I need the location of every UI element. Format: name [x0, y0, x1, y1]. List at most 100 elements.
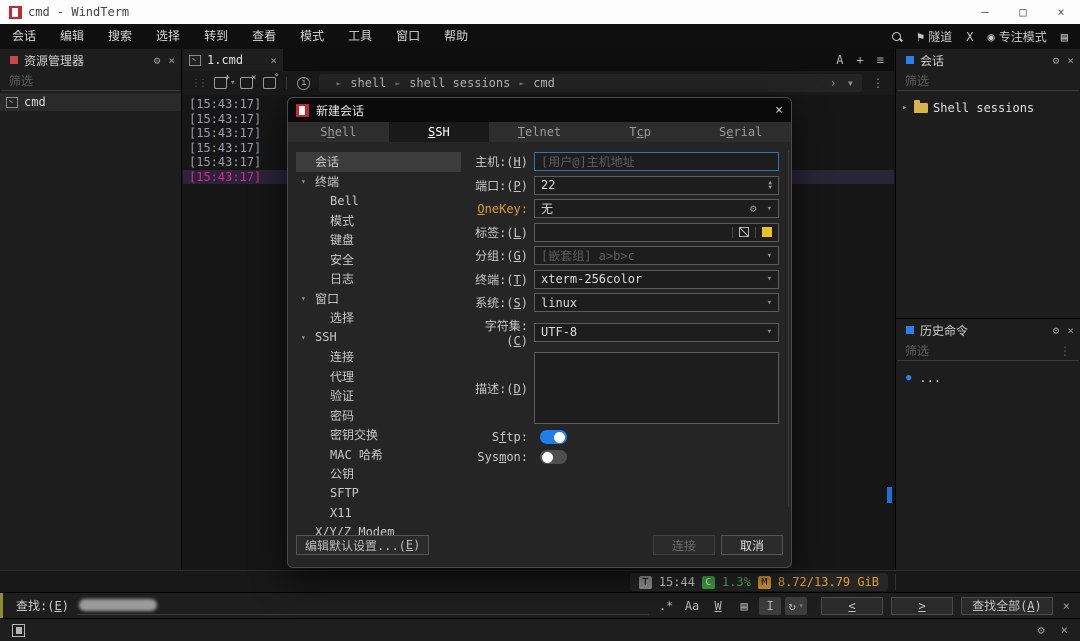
x-mode-button[interactable]: X	[966, 30, 973, 44]
info-icon[interactable]: i	[297, 77, 310, 90]
layout-icon[interactable]: ▤	[1061, 30, 1068, 44]
menu-edit[interactable]: 编辑	[48, 24, 96, 49]
description-textarea[interactable]	[534, 352, 779, 424]
tree-item-keyboard[interactable]: 键盘	[296, 230, 461, 250]
sessions-filter[interactable]: 筛选	[897, 71, 1079, 91]
close-session-icon[interactable]: ×	[240, 77, 253, 89]
terminal-type-select[interactable]: xterm-256color ▾	[534, 270, 779, 289]
more-icon[interactable]: ⋮	[1059, 344, 1071, 358]
tab-ssh[interactable]: SSH	[389, 122, 490, 142]
tree-item-kex[interactable]: 密钥交换	[296, 425, 461, 445]
maximize-button[interactable]: □	[1004, 0, 1042, 24]
menu-session[interactable]: 会话	[0, 24, 48, 49]
onekey-select[interactable]: 无 ⚙ ▾	[534, 199, 779, 218]
chevron-down-icon[interactable]: ▾	[301, 333, 315, 342]
close-icon[interactable]: ×	[168, 54, 175, 67]
new-session-dropdown-icon[interactable]: ▾	[230, 78, 235, 88]
gear-icon[interactable]: ⚙	[750, 202, 757, 215]
tree-item-log[interactable]: 日志	[296, 269, 461, 289]
tab-serial[interactable]: Serial	[690, 122, 791, 142]
sftp-toggle[interactable]	[540, 430, 567, 444]
match-case-toggle[interactable]: Aa	[681, 597, 703, 615]
new-tab-button[interactable]: +	[857, 53, 864, 67]
explorer-filter[interactable]: 筛选	[1, 71, 180, 91]
gear-icon[interactable]: ⚙	[154, 54, 161, 67]
tab-close-icon[interactable]: ×	[270, 54, 277, 67]
tab-shell[interactable]: Shell	[288, 122, 389, 142]
menu-mode[interactable]: 模式	[288, 24, 336, 49]
find-next-button[interactable]: >	[891, 597, 953, 615]
breadcrumb-shell[interactable]: shell	[350, 76, 386, 90]
tree-item-verify[interactable]: 验证	[296, 386, 461, 406]
tag-edit-icon[interactable]	[739, 227, 749, 237]
explorer-item-cmd[interactable]: cmd	[0, 93, 181, 111]
wrap-around-toggle[interactable]: ↻ ▾	[785, 597, 807, 615]
breadcrumb-forward-icon[interactable]: ›	[830, 76, 837, 90]
gear-icon[interactable]: ⚙	[1053, 54, 1060, 67]
sessions-folder-item[interactable]: ▸ Shell sessions	[896, 99, 1080, 117]
find-all-button[interactable]: 查找全部(A)	[961, 597, 1053, 615]
tree-item-password[interactable]: 密码	[296, 406, 461, 426]
sysmon-toggle[interactable]	[540, 450, 567, 464]
search-icon[interactable]	[891, 31, 903, 43]
breadcrumb-cmd[interactable]: cmd	[533, 76, 555, 90]
grip-handle[interactable]: ⋮⋮	[191, 78, 205, 89]
tag-field[interactable]	[534, 223, 779, 242]
host-field[interactable]	[534, 152, 779, 171]
breadcrumb[interactable]: ► shell ► shell sessions ► cmd › ▾	[319, 74, 862, 92]
new-session-icon[interactable]: +	[214, 77, 227, 89]
edit-defaults-button[interactable]: 编辑默认设置...(E)	[296, 535, 429, 555]
chevron-down-icon[interactable]: ▾	[301, 294, 315, 303]
close-button[interactable]: ×	[1042, 0, 1080, 24]
tree-item-pubkey[interactable]: 公钥	[296, 464, 461, 484]
tunnel-button[interactable]: ⚑ 隧道	[917, 28, 952, 45]
charset-select[interactable]: UTF-8 ▾	[534, 323, 779, 342]
find-close-icon[interactable]: ×	[1063, 599, 1070, 613]
tree-item-proxy[interactable]: 代理	[296, 367, 461, 387]
gear-icon[interactable]: ⚙	[1038, 623, 1045, 637]
close-icon[interactable]: ×	[1067, 324, 1074, 337]
breadcrumb-expand-icon[interactable]: ▾	[847, 76, 854, 90]
tree-item-session[interactable]: 会话	[296, 152, 461, 172]
tree-item-ssh[interactable]: ▾SSH	[296, 328, 461, 348]
port-spinner[interactable]: ▲ ▼	[768, 180, 772, 190]
menu-tools[interactable]: 工具	[336, 24, 384, 49]
port-field[interactable]: 22 ▲ ▼	[534, 176, 779, 195]
in-selection-toggle[interactable]: ▤	[733, 597, 755, 615]
tab-1-cmd[interactable]: 1.cmd ×	[183, 49, 283, 71]
tag-color-swatch[interactable]	[762, 227, 772, 237]
tree-item-window[interactable]: ▾窗口	[296, 289, 461, 309]
menu-view[interactable]: 查看	[240, 24, 288, 49]
menu-window[interactable]: 窗口	[384, 24, 432, 49]
history-filter[interactable]: 筛选 ⋮	[897, 341, 1079, 361]
console-icon[interactable]	[12, 624, 25, 637]
host-input[interactable]	[541, 155, 772, 169]
tree-item-x11[interactable]: X11	[296, 503, 461, 523]
tree-item-connect[interactable]: 连接	[296, 347, 461, 367]
chevron-down-icon[interactable]: ▾	[301, 177, 315, 186]
cursor-mode-toggle[interactable]: I	[759, 597, 781, 615]
close-icon[interactable]: ×	[1067, 54, 1074, 67]
dialog-close-icon[interactable]: ×	[775, 103, 783, 118]
tree-item-mode[interactable]: 模式	[296, 211, 461, 231]
tree-item-mac[interactable]: MAC 哈希	[296, 445, 461, 465]
close-icon[interactable]: ×	[1061, 623, 1068, 637]
menu-help[interactable]: 帮助	[432, 24, 480, 49]
breadcrumb-shell-sessions[interactable]: shell sessions	[409, 76, 510, 90]
menu-goto[interactable]: 转到	[192, 24, 240, 49]
tree-item-terminal[interactable]: ▾终端	[296, 172, 461, 192]
find-previous-button[interactable]: <	[821, 597, 883, 615]
find-input[interactable]	[77, 597, 649, 615]
tree-item-security[interactable]: 安全	[296, 250, 461, 270]
focus-mode-button[interactable]: ◉ 专注模式	[988, 28, 1047, 45]
spin-down-icon[interactable]: ▼	[768, 185, 772, 190]
connect-button[interactable]: 连接	[653, 535, 715, 555]
tab-menu-icon[interactable]: ≡	[877, 53, 884, 67]
toolbar-more-icon[interactable]: ⋮	[872, 76, 884, 90]
history-item[interactable]: ● ...	[896, 369, 1080, 387]
cancel-button[interactable]: 取消	[721, 535, 783, 555]
font-size-button[interactable]: A	[836, 53, 843, 67]
tab-tcp[interactable]: Tcp	[590, 122, 691, 142]
system-select[interactable]: linux ▾	[534, 293, 779, 312]
group-select[interactable]: [嵌套组] a>b>c ▾	[534, 246, 779, 265]
